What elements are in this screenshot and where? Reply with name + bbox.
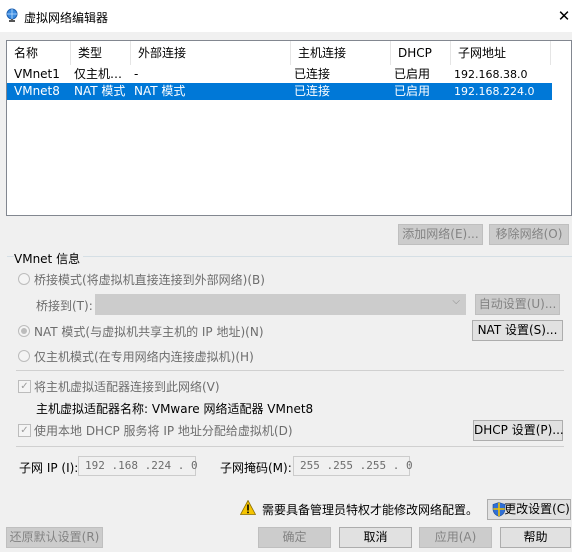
nat-mode-radio[interactable] <box>18 325 30 337</box>
apply-button[interactable]: 应用(A) <box>419 527 492 548</box>
column-header-subnet[interactable]: 子网地址 <box>451 41 551 65</box>
column-header-dhcp[interactable]: DHCP <box>391 41 451 65</box>
close-icon[interactable]: ✕ <box>556 8 572 24</box>
uac-shield-icon <box>492 502 506 517</box>
add-network-button[interactable]: 添加网络(E)... <box>398 224 483 245</box>
dhcp-label: 使用本地 DHCP 服务将 IP 地址分配给虚拟机(D) <box>34 424 293 438</box>
subnet-ip-input[interactable]: 192 .168 .224 . 0 <box>78 456 198 476</box>
network-globe-icon <box>6 8 18 22</box>
subnet-ip-label: 子网 IP (I): <box>19 461 79 475</box>
column-header-name[interactable]: 名称 <box>7 41 71 65</box>
bridge-mode-label: 桥接模式(将虚拟机直接连接到外部网络)(B) <box>34 273 265 287</box>
adapter-name-label: 主机虚拟适配器名称: VMware 网络适配器 VMnet8 <box>36 402 314 416</box>
window-title: 虚拟网络编辑器 <box>24 11 109 25</box>
host-only-mode-radio[interactable] <box>18 350 30 362</box>
column-header-type[interactable]: 类型 <box>71 41 131 65</box>
row-external: - <box>134 67 139 81</box>
nat-settings-button[interactable]: NAT 设置(S)... <box>472 320 563 341</box>
dhcp-checkbox[interactable]: ✓ <box>18 424 31 437</box>
restore-defaults-button[interactable]: 还原默认设置(R) <box>6 527 103 548</box>
connect-adapter-label: 将主机虚拟适配器连接到此网络(V) <box>34 380 220 394</box>
row-name: VMnet8 <box>14 84 60 98</box>
vmnet-info-title: VMnet 信息 <box>14 250 84 267</box>
dhcp-settings-button[interactable]: DHCP 设置(P)... <box>473 420 564 441</box>
row-dhcp: 已启用 <box>394 84 431 98</box>
ok-button[interactable]: 确定 <box>258 527 331 548</box>
divider <box>16 370 564 371</box>
chevron-down-icon: ⌵ <box>452 296 460 307</box>
remove-network-button[interactable]: 移除网络(O) <box>489 224 569 245</box>
connect-adapter-checkbox[interactable]: ✓ <box>18 380 31 393</box>
subnet-mask-input[interactable]: 255 .255 .255 . 0 <box>293 456 413 476</box>
row-subnet: 192.168.38.0 <box>454 68 528 81</box>
row-dhcp: 已启用 <box>394 67 431 81</box>
row-name: VMnet1 <box>14 67 60 81</box>
cancel-button[interactable]: 取消 <box>339 527 412 548</box>
table-row[interactable]: VMnet1 仅主机… - 已连接 已启用 192.168.38.0 <box>7 66 552 83</box>
row-host: 已连接 <box>294 84 331 98</box>
vmnet-info-group <box>7 256 572 487</box>
column-header-external[interactable]: 外部连接 <box>131 41 291 65</box>
row-subnet: 192.168.224.0 <box>454 85 535 98</box>
row-external: NAT 模式 <box>134 84 186 98</box>
subnet-mask-label: 子网掩码(M): <box>220 461 292 475</box>
network-list[interactable]: 名称 类型 外部连接 主机连接 DHCP 子网地址 VMnet1 仅主机… - … <box>6 40 572 216</box>
column-header-host[interactable]: 主机连接 <box>291 41 391 65</box>
change-settings-button[interactable]: 更改设置(C) <box>487 499 571 520</box>
change-settings-label: 更改设置(C) <box>504 502 570 516</box>
help-button[interactable]: 帮助 <box>500 527 571 548</box>
auto-settings-button[interactable]: 自动设置(U)... <box>475 294 560 315</box>
admin-notice-text: 需要具备管理员特权才能修改网络配置。 <box>262 503 479 517</box>
nat-mode-label: NAT 模式(与虚拟机共享主机的 IP 地址)(N) <box>34 325 264 339</box>
host-only-mode-label: 仅主机模式(在专用网络内连接虚拟机)(H) <box>34 350 254 364</box>
table-row-selected[interactable]: VMnet8 NAT 模式 NAT 模式 已连接 已启用 192.168.224… <box>7 83 552 100</box>
row-host: 已连接 <box>294 67 331 81</box>
divider <box>16 446 564 447</box>
row-type: NAT 模式 <box>74 84 126 98</box>
warning-icon <box>240 500 256 515</box>
bridge-to-label: 桥接到(T): <box>36 299 93 313</box>
bridge-mode-radio[interactable] <box>18 273 30 285</box>
bridge-to-select[interactable]: ⌵ <box>95 294 466 315</box>
row-type: 仅主机… <box>74 67 123 81</box>
